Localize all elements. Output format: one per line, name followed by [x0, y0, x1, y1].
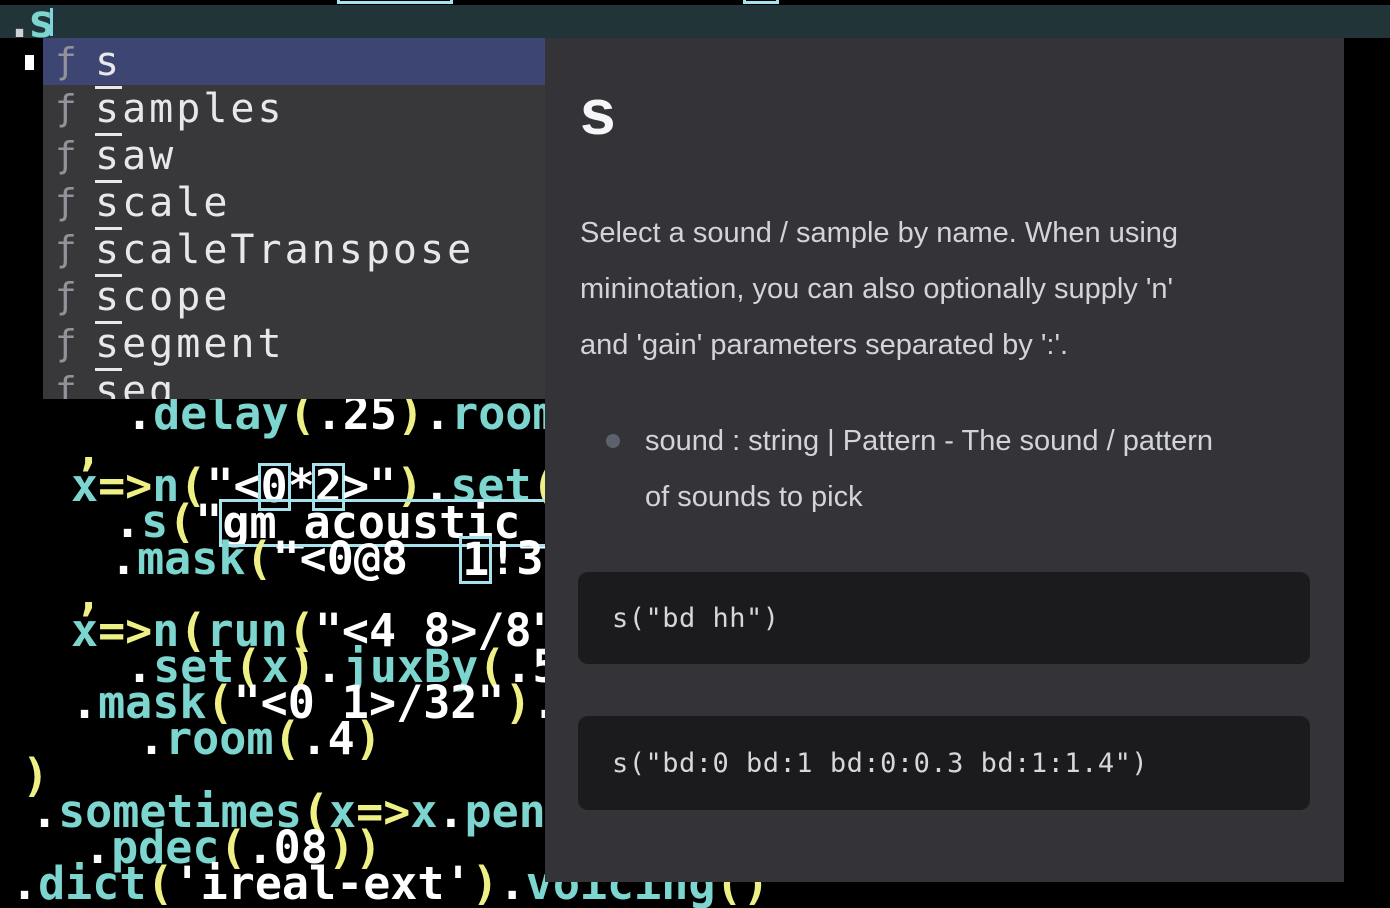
- autocomplete-item-samples[interactable]: ƒsamples: [43, 85, 545, 132]
- code-fragment: [25, 55, 34, 70]
- autocomplete-item-seg[interactable]: ƒseg: [43, 367, 545, 399]
- doc-parameter-line: of sounds to pick: [645, 469, 1305, 525]
- code-example-text: s("bd:0 bd:1 bd:0:0.3 bd:1:1.4"): [612, 750, 1148, 777]
- code-example: s("bd:0 bd:1 bd:0:0.3 bd:1:1.4"): [578, 716, 1310, 810]
- autocomplete-item-label: scale: [95, 183, 230, 223]
- code-line[interactable]: .room(.4): [138, 716, 382, 761]
- autocomplete-item-scale[interactable]: ƒscale: [43, 179, 545, 226]
- function-icon: ƒ: [55, 373, 95, 400]
- doc-description: Select a sound / sample by name. When us…: [580, 205, 1310, 373]
- bullet-icon: [606, 434, 620, 448]
- function-icon: ƒ: [55, 279, 95, 315]
- autocomplete-dropdown: ƒsƒsamplesƒsawƒscaleƒscaleTransposeƒscop…: [43, 38, 545, 399]
- text-cursor: [50, 8, 53, 36]
- autocomplete-item-label: saw: [95, 136, 176, 176]
- function-icon: ƒ: [55, 232, 95, 268]
- active-editor-line[interactable]: . s: [0, 5, 1390, 38]
- autocomplete-item-segment[interactable]: ƒsegment: [43, 320, 545, 367]
- code-example-text: s("bd hh"): [612, 605, 780, 632]
- function-icon: ƒ: [55, 185, 95, 221]
- doc-description-line: Select a sound / sample by name. When us…: [580, 205, 1310, 261]
- code-highlight-fragment: [743, 0, 779, 4]
- doc-title: s: [580, 80, 616, 144]
- autocomplete-item-saw[interactable]: ƒsaw: [43, 132, 545, 179]
- code-example: s("bd hh"): [578, 572, 1310, 664]
- pattern-highlight-box: 1: [462, 539, 489, 581]
- function-icon: ƒ: [55, 44, 95, 80]
- autocomplete-item-scaleTranspose[interactable]: ƒscaleTranspose: [43, 226, 545, 273]
- autocomplete-item-label: segment: [95, 324, 285, 364]
- autocomplete-item-label: s: [95, 42, 122, 82]
- autocomplete-item-label: seg: [95, 371, 176, 400]
- doc-parameter-line: sound : string | Pattern - The sound / p…: [645, 413, 1305, 469]
- function-icon: ƒ: [55, 326, 95, 362]
- autocomplete-item-label: scaleTranspose: [95, 230, 474, 270]
- doc-parameter: sound : string | Pattern - The sound / p…: [545, 413, 1305, 525]
- autocomplete-item-label: samples: [95, 89, 285, 129]
- autocomplete-item-label: scope: [95, 277, 230, 317]
- function-icon: ƒ: [55, 138, 95, 174]
- code-line[interactable]: .mask("<0@8 1!32>: [110, 536, 598, 581]
- autocomplete-item-s[interactable]: ƒs: [43, 38, 545, 85]
- doc-description-line: and 'gain' parameters separated by ':'.: [580, 317, 1310, 373]
- doc-panel: s Select a sound / sample by name. When …: [545, 38, 1344, 882]
- autocomplete-item-scope[interactable]: ƒscope: [43, 273, 545, 320]
- doc-description-line: mininotation, you can also optionally su…: [580, 261, 1310, 317]
- function-icon: ƒ: [55, 91, 95, 127]
- code-highlight-fragment: [337, 0, 453, 4]
